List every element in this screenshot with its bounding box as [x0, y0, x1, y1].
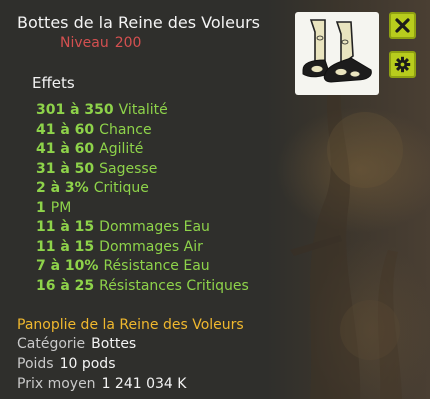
effects-list: 301 à 350 Vitalité 41 à 60 Chance 41 à 60 A…: [36, 101, 249, 296]
weight-value: 10 pods: [59, 356, 116, 372]
weight-row: Poids 10 pods: [17, 356, 116, 372]
weight-label: Poids: [17, 356, 54, 372]
effect-line: 1 PM: [36, 199, 249, 219]
effect-value: 11 à 15: [36, 219, 95, 235]
price-value: 1 241 034 K: [101, 376, 187, 392]
effect-line: 41 à 60 Chance: [36, 121, 249, 141]
item-image: [295, 12, 379, 95]
close-button[interactable]: [389, 12, 416, 39]
effect-value: 7 à 10%: [36, 258, 99, 274]
category-label: Catégorie: [17, 336, 86, 352]
item-tooltip-panel: Bottes de la Reine des Voleurs Niveau 200…: [0, 0, 430, 399]
effect-line: 2 à 3% Critique: [36, 179, 249, 199]
effect-line: 11 à 15 Dommages Eau: [36, 218, 249, 238]
effect-name: Dommages Air: [99, 238, 203, 255]
settings-button[interactable]: [389, 51, 416, 78]
effect-value: 16 à 25: [36, 277, 95, 294]
effect-line: 11 à 15 Dommages Air: [36, 238, 249, 258]
effect-line: 301 à 350 Vitalité: [36, 101, 249, 121]
category-value: Bottes: [91, 336, 137, 352]
price-label: Prix moyen: [17, 376, 96, 392]
effect-name: Agilité: [99, 141, 144, 157]
boots-icon: [302, 19, 372, 83]
effect-value: 301 à 350: [36, 102, 114, 118]
effects-title: Effets: [32, 74, 75, 92]
level-label: Niveau: [60, 35, 109, 51]
effect-name: Dommages Eau: [99, 219, 210, 235]
effect-value: 41 à 60: [36, 141, 95, 157]
effect-line: 31 à 50 Sagesse: [36, 160, 249, 180]
effect-line: 7 à 10% Résistance Eau: [36, 257, 249, 277]
item-level: Niveau 200: [60, 35, 141, 51]
effect-line: 16 à 25 Résistances Critiques: [36, 277, 249, 297]
effect-name: Chance: [99, 121, 152, 138]
effect-value: 31 à 50: [36, 160, 95, 177]
effect-name: Critique: [93, 180, 149, 196]
effect-line: 41 à 60 Agilité: [36, 140, 249, 160]
effect-value: 41 à 60: [36, 121, 95, 138]
effect-name: Sagesse: [99, 160, 158, 177]
effect-name: Résistances Critiques: [99, 277, 249, 294]
effect-name: Résistance Eau: [103, 258, 210, 274]
effect-name: Vitalité: [118, 102, 168, 118]
close-icon: [395, 18, 410, 33]
effect-name: PM: [50, 199, 72, 216]
level-value: 200: [114, 35, 142, 51]
item-name: Bottes de la Reine des Voleurs: [17, 13, 261, 32]
gear-icon: [394, 56, 411, 73]
effect-value: 11 à 15: [36, 238, 95, 255]
price-row: Prix moyen 1 241 034 K: [17, 376, 186, 392]
effect-value: 1: [36, 199, 46, 216]
effect-value: 2 à 3%: [36, 180, 89, 196]
set-name-link[interactable]: Panoplie de la Reine des Voleurs: [17, 317, 244, 333]
category-row: Catégorie Bottes: [17, 336, 136, 352]
